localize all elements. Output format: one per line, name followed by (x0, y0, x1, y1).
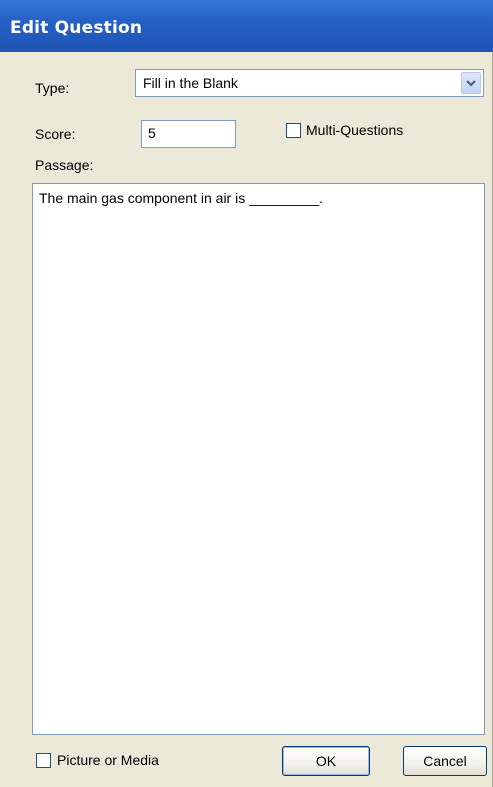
type-selected-value: Fill in the Blank (143, 75, 238, 91)
score-input[interactable]: 5 (141, 120, 236, 148)
type-select[interactable]: Fill in the Blank (135, 69, 484, 97)
type-label: Type: (35, 80, 70, 96)
passage-label: Passage: (35, 157, 94, 173)
chevron-down-icon (466, 80, 476, 87)
edit-question-dialog: Edit Question Type: Fill in the Blank Sc… (0, 0, 493, 787)
picture-or-media-label: Picture or Media (57, 752, 159, 768)
multi-questions-checkbox[interactable] (286, 123, 301, 138)
cancel-button[interactable]: Cancel (403, 746, 487, 776)
passage-textarea[interactable]: The main gas component in air is _______… (32, 183, 485, 735)
ok-button[interactable]: OK (282, 746, 370, 776)
window-title: Edit Question (10, 18, 143, 38)
dropdown-button[interactable] (461, 72, 481, 94)
title-bar[interactable]: Edit Question (0, 0, 493, 52)
picture-or-media-checkbox[interactable] (36, 753, 51, 768)
multi-questions-label: Multi-Questions (306, 122, 404, 138)
score-label: Score: (35, 126, 76, 142)
